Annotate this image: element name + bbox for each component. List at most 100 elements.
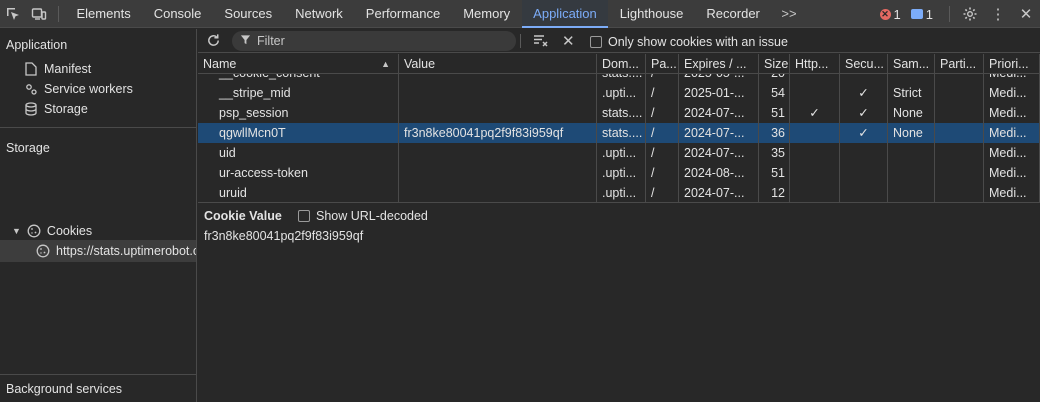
- cookie-icon: [36, 244, 50, 258]
- table-cell: uid: [198, 143, 399, 163]
- tab-performance[interactable]: Performance: [354, 0, 451, 28]
- column-header[interactable]: Sam...: [888, 54, 935, 74]
- tab-memory[interactable]: Memory: [452, 0, 522, 28]
- column-header[interactable]: Value: [399, 54, 597, 74]
- sidebar-heading-application: Application: [6, 38, 68, 52]
- sidebar-divider: [0, 127, 196, 128]
- sidebar-item-cookie-origin[interactable]: https://stats.uptimerobot.com: [36, 244, 196, 258]
- close-devtools-icon[interactable]: ✕: [1012, 0, 1040, 28]
- table-cell: .upti...: [597, 183, 646, 202]
- tab-network[interactable]: Network: [284, 0, 355, 28]
- table-cell: [399, 83, 597, 103]
- tab-recorder[interactable]: Recorder: [695, 0, 771, 28]
- table-cell: .upti...: [597, 143, 646, 163]
- table-cell: /: [646, 123, 679, 143]
- device-toolbar-icon[interactable]: [26, 0, 52, 28]
- column-header[interactable]: Size: [759, 54, 790, 74]
- table-row[interactable]: uruid .upti.../2024-07-... 12 Medi...: [198, 183, 1040, 202]
- table-cell: [888, 163, 935, 183]
- column-header[interactable]: Dom...: [597, 54, 646, 74]
- panel-tabs: Elements Console Sources Network Performance…: [65, 0, 771, 28]
- table-cell: None: [888, 123, 935, 143]
- table-cell: qgwllMcn0T: [198, 123, 399, 143]
- column-header[interactable]: Expires / ...: [679, 54, 759, 74]
- settings-gear-icon[interactable]: [956, 0, 984, 28]
- tab-application[interactable]: Application: [521, 0, 609, 28]
- table-cell: None: [888, 103, 935, 123]
- column-header[interactable]: Http...: [790, 54, 840, 74]
- table-row[interactable]: psp_session stats..../2024-07-... 51 ✓ ✓ None…: [198, 103, 1040, 123]
- only-issues-label: Only show cookies with an issue: [608, 35, 788, 49]
- sidebar-item-label: Storage: [44, 102, 88, 116]
- column-header[interactable]: Parti...: [935, 54, 984, 74]
- table-cell: 2024-08-...: [679, 163, 759, 183]
- sidebar-item-storage[interactable]: Storage: [24, 102, 88, 116]
- sidebar-item-manifest[interactable]: Manifest: [24, 62, 91, 76]
- table-cell: 51: [759, 103, 790, 123]
- table-cell: [935, 103, 984, 123]
- clear-filtered-cookies-icon[interactable]: [533, 33, 549, 52]
- url-decoded-checkbox-row[interactable]: Show URL-decoded: [298, 209, 428, 223]
- table-cell: 2024-07-...: [679, 183, 759, 202]
- refresh-icon[interactable]: [206, 33, 221, 51]
- tab-elements[interactable]: Elements: [65, 0, 142, 28]
- table-cell: [935, 183, 984, 202]
- table-cell: uruid: [198, 183, 399, 202]
- cookies-toolbar: ✕ Only show cookies with an issue: [198, 29, 1040, 53]
- table-cell: 54: [759, 83, 790, 103]
- more-options-icon[interactable]: ⋮: [984, 0, 1012, 28]
- url-decoded-checkbox[interactable]: [298, 210, 310, 222]
- column-header-label: Priori...: [989, 57, 1029, 71]
- tab-console[interactable]: Console: [142, 0, 213, 28]
- tab-sources[interactable]: Sources: [213, 0, 284, 28]
- cookie-value-title: Cookie Value: [204, 209, 282, 223]
- table-cell: fr3n8ke80041pq2f9f83i959qf: [399, 123, 597, 143]
- database-icon: [24, 102, 38, 116]
- table-cell: [840, 183, 888, 202]
- table-cell: [888, 143, 935, 163]
- sidebar-item-service-workers[interactable]: Service workers: [24, 82, 133, 96]
- table-cell: /: [646, 163, 679, 183]
- sidebar-item-cookies[interactable]: ▼ Cookies: [12, 224, 92, 238]
- table-cell: __stripe_mid: [198, 83, 399, 103]
- table-cell: Medi...: [984, 183, 1040, 202]
- sidebar-item-label: https://stats.uptimerobot.com: [56, 244, 196, 258]
- inspect-element-icon[interactable]: [0, 0, 26, 28]
- table-row[interactable]: ur-access-token .upti.../2024-08-... 51 Med…: [198, 163, 1040, 183]
- errors-counter[interactable]: ✕ 1: [879, 7, 901, 22]
- table-cell: 2024-07-...: [679, 143, 759, 163]
- column-header[interactable]: Pa...: [646, 54, 679, 74]
- table-cell: 51: [759, 163, 790, 183]
- tab-lighthouse[interactable]: Lighthouse: [608, 0, 695, 28]
- column-header-label: Size: [764, 57, 789, 71]
- table-cell: [888, 183, 935, 202]
- filter-box[interactable]: [232, 31, 516, 51]
- url-decoded-label: Show URL-decoded: [316, 209, 428, 223]
- more-tabs-button[interactable]: >>: [771, 0, 806, 28]
- table-cell: [840, 163, 888, 183]
- expand-arrow-icon[interactable]: ▼: [12, 226, 21, 236]
- table-cell: [935, 83, 984, 103]
- column-header-label: Dom...: [602, 57, 639, 71]
- sidebar-heading-background-services: Background services: [6, 382, 123, 396]
- table-cell: ur-access-token: [198, 163, 399, 183]
- column-header[interactable]: Priori...: [984, 54, 1040, 74]
- clear-all-cookies-icon[interactable]: ✕: [562, 32, 575, 50]
- filter-input[interactable]: [257, 34, 497, 48]
- only-issues-checkbox-row[interactable]: Only show cookies with an issue: [590, 35, 788, 49]
- error-icon: ✕: [879, 8, 891, 20]
- table-cell: ✓: [840, 83, 888, 103]
- table-cell: psp_session: [198, 103, 399, 123]
- table-cell: Strict: [888, 83, 935, 103]
- table-row[interactable]: uid .upti.../2024-07-... 35 Medi...: [198, 143, 1040, 163]
- table-cell: Medi...: [984, 103, 1040, 123]
- sidebar-item-label: Manifest: [44, 62, 92, 76]
- column-header[interactable]: Secu...: [840, 54, 888, 74]
- column-header[interactable]: Name ▲: [198, 54, 399, 74]
- table-row[interactable]: qgwllMcn0T fr3n8ke80041pq2f9f83i959qf stat…: [198, 123, 1040, 143]
- messages-counter[interactable]: 1: [910, 7, 933, 22]
- table-row[interactable]: __stripe_mid .upti.../2025-01-... 54 ✓ Stric…: [198, 83, 1040, 103]
- only-issues-checkbox[interactable]: [590, 36, 602, 48]
- table-cell: 35: [759, 143, 790, 163]
- cookie-value-text[interactable]: fr3n8ke80041pq2f9f83i959qf: [204, 229, 363, 243]
